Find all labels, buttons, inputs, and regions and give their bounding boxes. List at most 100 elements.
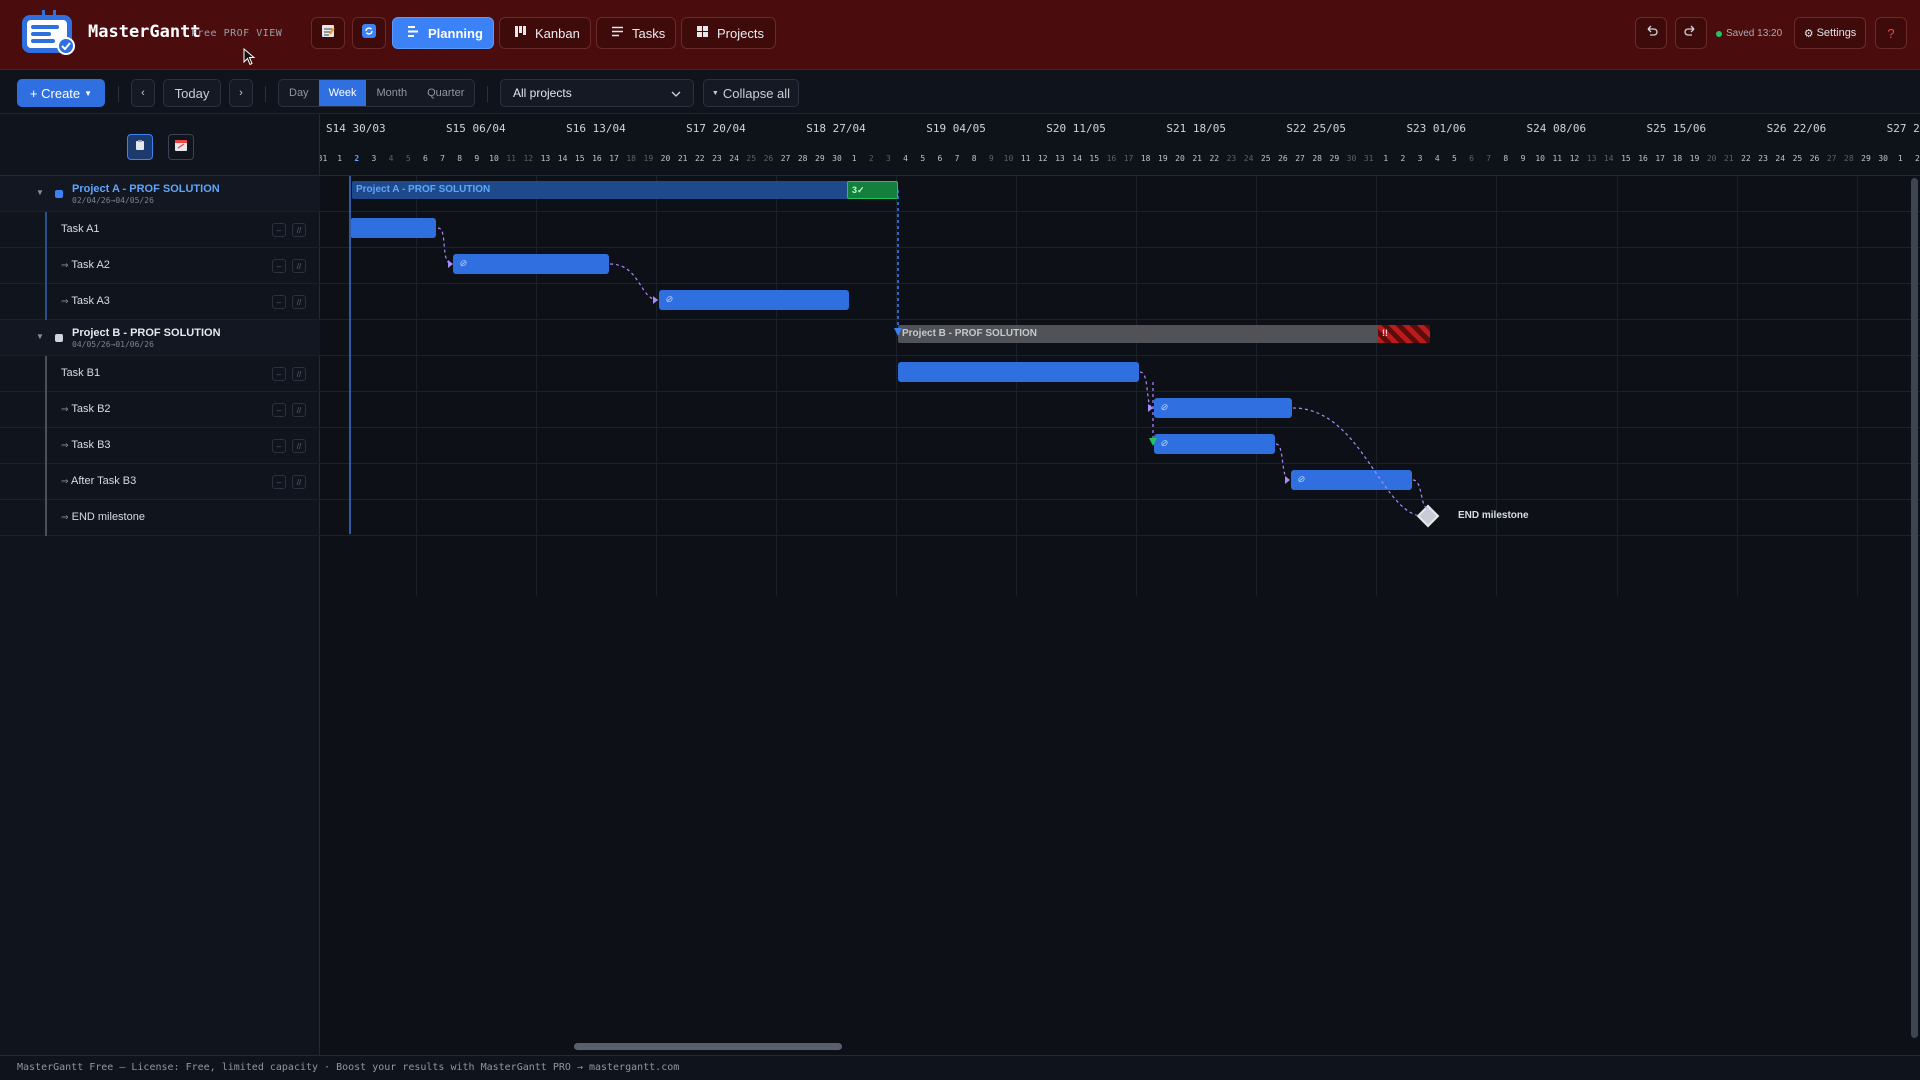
task-link-button[interactable]: // (292, 367, 306, 381)
day-header: 21 (677, 154, 688, 163)
scale-day-button[interactable]: Day (279, 80, 319, 106)
scale-week-button[interactable]: Week (318, 80, 367, 106)
dependency-arrow-icon: ⇒ (61, 404, 69, 414)
task-bar-a3[interactable]: ⊘ (659, 290, 849, 310)
day-header: 13 (1055, 154, 1065, 163)
day-header: 23 (712, 154, 722, 163)
next-period-button[interactable]: › (229, 79, 253, 107)
collapse-toggle-icon[interactable]: ▼ (36, 332, 44, 341)
tab-planning[interactable]: Planning (392, 17, 494, 49)
day-header: 25 (746, 154, 757, 163)
project-filter-select[interactable]: All projects (500, 79, 694, 107)
redo-button[interactable] (1675, 17, 1707, 49)
collapse-all-button[interactable]: ▼ Collapse all (703, 79, 799, 107)
task-bar-b3[interactable]: ⊘ (1154, 434, 1275, 454)
vertical-scrollbar[interactable] (1911, 178, 1918, 1038)
task-link-button[interactable]: // (292, 295, 306, 309)
task-row[interactable]: Task B1 – // (0, 356, 320, 392)
tab-tasks[interactable]: Tasks (596, 17, 676, 49)
week-gridline (1856, 176, 1858, 596)
day-header: 7 (440, 154, 445, 163)
task-link-button[interactable]: // (292, 223, 306, 237)
day-header: 11 (1020, 154, 1031, 163)
project-bar-b[interactable]: Project B - PROF SOLUTION (898, 325, 1380, 343)
row-gridline (320, 463, 1920, 464)
task-collapse-button[interactable]: – (272, 295, 286, 309)
day-header: 7 (1486, 154, 1492, 163)
task-collapse-button[interactable]: – (272, 223, 286, 237)
row-gridline (320, 211, 1920, 212)
link-icon: ⊘ (1297, 474, 1305, 484)
task-collapse-button[interactable]: – (272, 259, 286, 273)
day-header: 24 (1243, 154, 1254, 163)
task-bar-after-b3[interactable]: ⊘ (1291, 470, 1412, 490)
day-header: 31 (1363, 154, 1374, 163)
tab-kanban[interactable]: Kanban (499, 17, 591, 49)
project-row-a[interactable]: ▼ Project A - PROF SOLUTION 02/04/26→04/… (0, 176, 320, 212)
day-header: 24 (729, 154, 739, 163)
tab-projects[interactable]: Projects (681, 17, 776, 49)
mouse-cursor-icon (243, 47, 257, 71)
task-row[interactable]: ⇒ Task B2 – // (0, 392, 320, 428)
day-header: 28 (1312, 154, 1322, 163)
task-row[interactable]: ⇒ Task A3 – // (0, 284, 320, 320)
task-collapse-button[interactable]: – (272, 367, 286, 381)
divider (265, 86, 266, 102)
calendar-button[interactable] (168, 134, 194, 160)
task-link-button[interactable]: // (292, 259, 306, 273)
day-header: 6 (1469, 154, 1474, 163)
row-gridline (320, 247, 1920, 248)
app-edition: Free PROF VIEW (191, 28, 282, 39)
day-header: 7 (954, 154, 960, 163)
project-indent-bar (45, 212, 47, 248)
day-header: 8 (457, 154, 463, 163)
task-row[interactable]: ⇒ After Task B3 – // (0, 464, 320, 500)
task-bar-b2[interactable]: ⊘ (1154, 398, 1292, 418)
task-name: ⇒ Task B3 (61, 439, 111, 451)
day-header: 12 (1037, 154, 1048, 163)
task-name-text: Task A3 (71, 295, 110, 307)
day-header: 2 (868, 154, 874, 163)
link-icon: ⊘ (1160, 438, 1168, 448)
day-header: 14 (1072, 154, 1082, 163)
project-row-b[interactable]: ▼ Project B - PROF SOLUTION 04/05/26→01/… (0, 320, 320, 356)
prev-period-button[interactable]: ‹ (131, 79, 155, 107)
scale-month-button[interactable]: Month (366, 80, 417, 106)
day-header: 11 (506, 154, 516, 163)
scale-quarter-button[interactable]: Quarter (417, 80, 474, 106)
week-header: S16 13/04 (566, 122, 626, 135)
link-icon: ⊘ (665, 294, 673, 304)
week-header: S14 30/03 (326, 122, 386, 135)
task-row[interactable]: Task A1 – // (0, 212, 320, 248)
task-bar-a2[interactable]: ⊘ (453, 254, 609, 274)
day-header: 3 (886, 154, 891, 163)
day-header: 2 (1400, 154, 1406, 163)
task-collapse-button[interactable]: – (272, 439, 286, 453)
notes-button[interactable] (311, 17, 345, 49)
horizontal-scrollbar[interactable] (574, 1043, 842, 1050)
row-gridline (320, 355, 1920, 356)
task-link-button[interactable]: // (292, 475, 306, 489)
collapse-toggle-icon[interactable]: ▼ (36, 188, 44, 197)
project-late-badge: !! (1378, 325, 1430, 343)
sync-button[interactable] (352, 17, 386, 49)
help-button[interactable]: ? (1875, 17, 1907, 49)
today-button[interactable]: Today (163, 79, 221, 107)
task-row[interactable]: ⇒ Task A2 – // (0, 248, 320, 284)
settings-button[interactable]: ⚙ Settings (1794, 17, 1866, 49)
dependency-arrow-icon: ⇒ (61, 512, 69, 522)
task-collapse-button[interactable]: – (272, 403, 286, 417)
task-row[interactable]: ⇒ END milestone (0, 500, 320, 536)
undo-button[interactable] (1635, 17, 1667, 49)
task-row[interactable]: ⇒ Task B3 – // (0, 428, 320, 464)
clipboard-button[interactable] (127, 134, 153, 160)
task-bar-b1[interactable] (898, 362, 1139, 382)
day-header: 8 (1503, 154, 1509, 163)
task-link-button[interactable]: // (292, 439, 306, 453)
create-button[interactable]: + Create ▼ (17, 79, 105, 107)
task-link-button[interactable]: // (292, 403, 306, 417)
task-bar-a1[interactable] (350, 218, 436, 238)
task-collapse-button[interactable]: – (272, 475, 286, 489)
week-gridline (536, 176, 538, 596)
project-bar-a[interactable]: Project A - PROF SOLUTION (352, 181, 868, 199)
